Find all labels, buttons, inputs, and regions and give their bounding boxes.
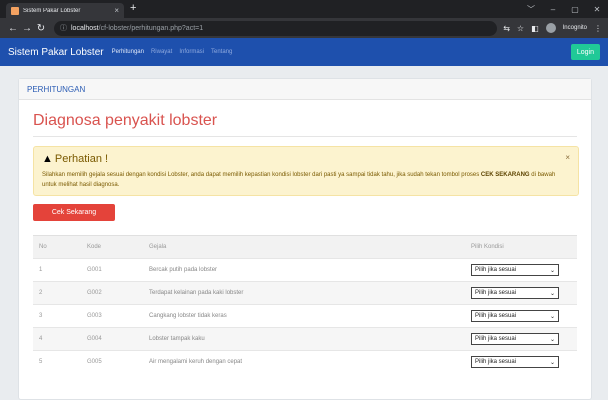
browser-actions: ⇆ ☆ ◧ Incognito ⋮ (503, 23, 602, 33)
cell-no: 2 (33, 281, 81, 305)
alert-close-icon[interactable]: × (565, 153, 570, 162)
kondisi-select[interactable]: Pilih jika sesuai ⌄ (471, 333, 559, 345)
chevron-down-icon: ⌄ (549, 313, 555, 320)
cell-kondisi: Pilih jika sesuai ⌄ (465, 304, 577, 328)
table-row: 1 G001 Bercak putih pada lobster Pilih j… (33, 258, 577, 282)
warning-alert: ▲ Perhatian ! × Silahkan memilih gejala … (33, 146, 579, 196)
cell-kode: G001 (81, 258, 143, 282)
cek-sekarang-button[interactable]: Cek Sekarang (33, 204, 115, 221)
chevron-down-icon: ⌄ (549, 336, 555, 343)
incognito-avatar-icon[interactable] (545, 23, 556, 33)
select-value: Pilih jika sesuai (475, 359, 517, 365)
side-panel-icon[interactable]: ◧ (531, 24, 539, 33)
select-value: Pilih jika sesuai (475, 313, 517, 319)
table-row: 5 G005 Air mengalami keruh dengan cepat … (33, 350, 577, 373)
table-header-row: No Kode Gejala Pilih Kondisi (33, 235, 577, 259)
kondisi-select[interactable]: Pilih jika sesuai ⌄ (471, 287, 559, 299)
kondisi-select[interactable]: Pilih jika sesuai ⌄ (471, 356, 559, 368)
browser-tab-strip: Sistem Pakar Lobster × + ﹀ – ▢ ✕ (0, 0, 608, 18)
cell-gejala: Terdapat kelainan pada kaki lobster (143, 281, 465, 305)
select-value: Pilih jika sesuai (475, 290, 517, 296)
table-row: 2 G002 Terdapat kelainan pada kaki lobst… (33, 281, 577, 305)
tab-search-icon[interactable]: ﹀ (520, 4, 542, 15)
nav-link-tentang[interactable]: Tentang (211, 49, 232, 55)
card-header: PERHITUNGAN (19, 79, 591, 100)
menu-kebab-icon[interactable]: ⋮ (594, 24, 602, 33)
cell-no: 1 (33, 258, 81, 282)
translate-icon[interactable]: ⇆ (503, 24, 510, 33)
close-window-icon[interactable]: ✕ (586, 5, 608, 14)
gejala-table: No Kode Gejala Pilih Kondisi 1 G001 Berc… (33, 235, 577, 373)
brand-title[interactable]: Sistem Pakar Lobster (8, 47, 104, 58)
alert-message: Silahkan memilih gejala sesuai dengan ko… (42, 170, 568, 190)
app-navbar: Sistem Pakar Lobster Perhitungan Riwayat… (0, 38, 608, 66)
new-tab-button[interactable]: + (130, 2, 136, 14)
cell-kode: G004 (81, 327, 143, 351)
chevron-down-icon: ⌄ (549, 359, 555, 366)
cell-kondisi: Pilih jika sesuai ⌄ (465, 327, 577, 351)
site-info-icon[interactable]: ⓘ (60, 23, 67, 33)
kondisi-select[interactable]: Pilih jika sesuai ⌄ (471, 264, 559, 276)
table-row: 4 G004 Lobster tampak kaku Pilih jika se… (33, 327, 577, 351)
nav-link-riwayat[interactable]: Riwayat (151, 49, 172, 55)
tab-close-icon[interactable]: × (114, 6, 119, 15)
select-value: Pilih jika sesuai (475, 267, 517, 273)
minimize-icon[interactable]: – (542, 5, 564, 14)
cell-kode: G003 (81, 304, 143, 328)
cell-kondisi: Pilih jika sesuai ⌄ (465, 258, 577, 282)
nav-links: Perhitungan Riwayat Informasi Tentang (112, 49, 233, 55)
cell-no: 5 (33, 350, 81, 373)
cell-no: 4 (33, 327, 81, 351)
favicon-icon (11, 6, 19, 15)
browser-toolbar: ← → ↻ ⓘ localhost /cf-lobster/perhitunga… (0, 18, 608, 38)
alert-heading: ▲ Perhatian ! (42, 153, 108, 165)
page-title: Diagnosa penyakit lobster (33, 112, 218, 129)
bookmark-star-icon[interactable]: ☆ (517, 24, 524, 33)
cell-no: 3 (33, 304, 81, 328)
url-host: localhost (71, 24, 99, 32)
incognito-label: Incognito (562, 25, 587, 31)
cell-gejala: Cangkang lobster tidak keras (143, 304, 465, 328)
chevron-down-icon: ⌄ (549, 267, 555, 274)
login-button[interactable]: Login (570, 44, 600, 60)
col-header-kondisi: Pilih Kondisi (465, 235, 577, 259)
cell-kode: G002 (81, 281, 143, 305)
maximize-icon[interactable]: ▢ (564, 5, 586, 14)
url-path: /cf-lobster/perhitungan.php?act=1 (98, 24, 204, 32)
table-row: 3 G003 Cangkang lobster tidak keras Pili… (33, 304, 577, 328)
col-header-gejala: Gejala (143, 235, 465, 259)
forward-arrow-icon[interactable]: → (20, 23, 34, 34)
kondisi-select[interactable]: Pilih jika sesuai ⌄ (471, 310, 559, 322)
back-arrow-icon[interactable]: ← (6, 23, 20, 34)
alert-heading-text: Perhatian ! (54, 153, 109, 165)
cell-gejala: Lobster tampak kaku (143, 327, 465, 351)
alert-text-bold: CEK SEKARANG (480, 172, 530, 178)
title-divider (33, 136, 577, 137)
perhitungan-card: PERHITUNGAN Diagnosa penyakit lobster ▲ … (18, 78, 592, 400)
alert-text-before: Silahkan memilih gejala sesuai dengan ko… (42, 172, 481, 178)
cell-kondisi: Pilih jika sesuai ⌄ (465, 350, 577, 373)
nav-link-perhitungan[interactable]: Perhitungan (112, 49, 144, 55)
tab-title: Sistem Pakar Lobster (23, 7, 81, 14)
cell-kondisi: Pilih jika sesuai ⌄ (465, 281, 577, 305)
cell-gejala: Bercak putih pada lobster (143, 258, 465, 282)
col-header-no: No (33, 235, 81, 259)
address-bar[interactable]: ⓘ localhost /cf-lobster/perhitungan.php?… (54, 20, 498, 36)
cell-gejala: Air mengalami keruh dengan cepat (143, 350, 465, 373)
chevron-down-icon: ⌄ (549, 290, 555, 297)
window-controls: ﹀ – ▢ ✕ (520, 0, 608, 18)
browser-tab[interactable]: Sistem Pakar Lobster × (6, 3, 124, 18)
col-header-kode: Kode (81, 235, 143, 259)
select-value: Pilih jika sesuai (475, 336, 517, 342)
warning-triangle-icon: ▲ (42, 153, 53, 165)
reload-icon[interactable]: ↻ (34, 23, 48, 34)
cell-kode: G005 (81, 350, 143, 373)
nav-link-informasi[interactable]: Informasi (179, 49, 204, 55)
